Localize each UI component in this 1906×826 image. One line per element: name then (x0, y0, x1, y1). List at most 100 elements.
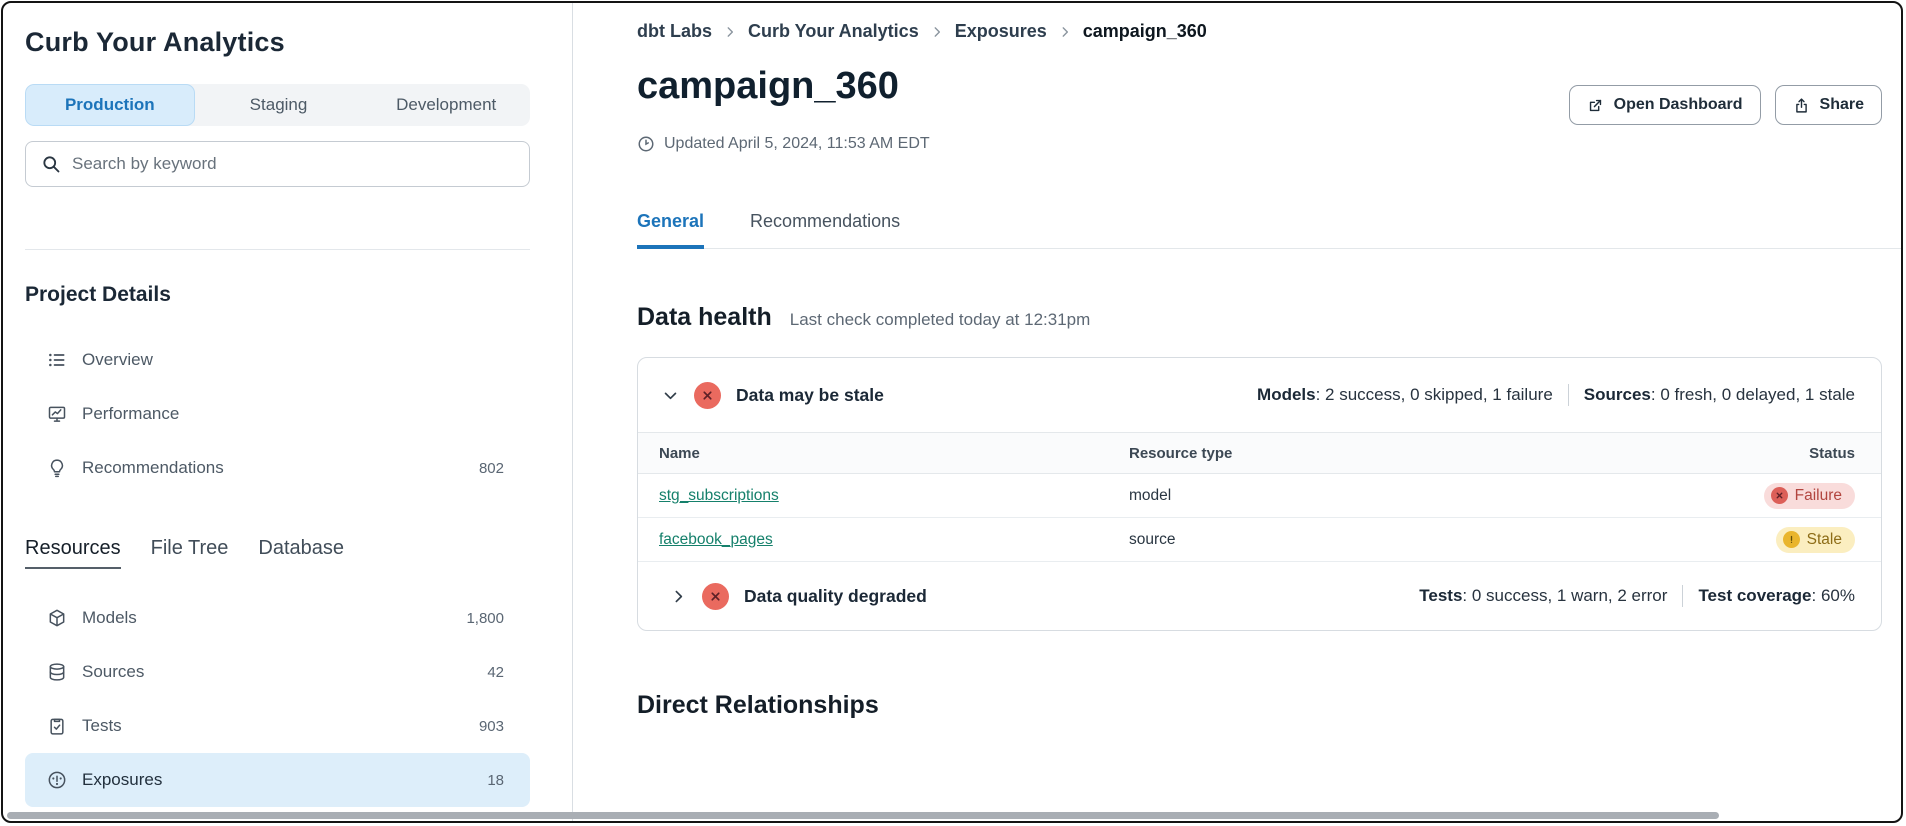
tests-stat-value: : 0 success, 1 warn, 2 error (1462, 586, 1667, 605)
tests-count: 903 (479, 718, 504, 735)
data-health-header: Data health Last check completed today a… (637, 303, 1882, 332)
direct-relationships-heading: Direct Relationships (637, 691, 1882, 720)
breadcrumb-exposures[interactable]: Exposures (955, 21, 1047, 42)
stat-divider (1568, 384, 1569, 406)
tab-database[interactable]: Database (258, 537, 344, 569)
tests-stat-label: Tests (1419, 586, 1462, 605)
resource-type-cell: source (1129, 531, 1625, 549)
status-badge-failure: Failure (1764, 483, 1855, 509)
clipboard-check-icon (47, 716, 67, 736)
tab-recommendations[interactable]: Recommendations (750, 211, 900, 249)
stale-section-title: Data may be stale (736, 385, 884, 406)
error-x-icon (694, 382, 721, 409)
last-check-text: Last check completed today at 12:31pm (790, 310, 1091, 330)
external-link-icon (1587, 97, 1604, 114)
breadcrumb-project[interactable]: Curb Your Analytics (748, 21, 919, 42)
sidebar-item-overview[interactable]: Overview (25, 333, 530, 387)
table-row: facebook_pages source Stale (638, 518, 1881, 562)
recommendations-count: 802 (479, 460, 504, 477)
resource-type-cell: model (1129, 487, 1625, 505)
sidebar-divider (25, 249, 530, 250)
list-icon (47, 350, 67, 370)
sidebar-item-recommendations[interactable]: Recommendations 802 (25, 441, 530, 495)
coverage-stat-label: Test coverage (1698, 586, 1811, 605)
coverage-stat-value: : 60% (1812, 586, 1855, 605)
breadcrumb: dbt Labs Curb Your Analytics Exposures c… (637, 21, 1882, 42)
coverage-stat: Test coverage: 60% (1698, 586, 1855, 606)
sources-stat: Sources: 0 fresh, 0 delayed, 1 stale (1584, 385, 1855, 405)
status-badge-stale: Stale (1776, 527, 1855, 553)
env-tab-development[interactable]: Development (362, 84, 530, 126)
data-health-heading: Data health (637, 303, 772, 332)
column-header-status: Status (1625, 445, 1855, 462)
breadcrumb-current: campaign_360 (1083, 21, 1207, 42)
share-button[interactable]: Share (1775, 85, 1882, 125)
project-details-heading: Project Details (25, 283, 572, 307)
quality-section-stats: Tests: 0 success, 1 warn, 2 error Test c… (1419, 585, 1855, 607)
column-header-name: Name (659, 445, 1129, 462)
sidebar-search[interactable] (25, 141, 530, 187)
stale-section-header: Data may be stale Models: 2 success, 0 s… (638, 358, 1881, 432)
resource-link-stg-subscriptions[interactable]: stg_subscriptions (659, 487, 779, 504)
environment-switcher: Production Staging Development (25, 84, 530, 126)
share-label: Share (1820, 96, 1864, 114)
project-name-title: Curb Your Analytics (25, 27, 572, 58)
chevron-right-icon (1058, 25, 1072, 39)
open-dashboard-label: Open Dashboard (1614, 96, 1743, 114)
exposures-count: 18 (487, 772, 504, 789)
sidebar-item-label: Models (82, 608, 137, 628)
table-header-row: Name Resource type Status (638, 433, 1881, 474)
resource-view-tabs: Resources File Tree Database (25, 537, 572, 569)
column-header-resource-type: Resource type (1129, 445, 1625, 462)
data-health-card: Data may be stale Models: 2 success, 0 s… (637, 357, 1882, 631)
tab-file-tree[interactable]: File Tree (151, 537, 229, 569)
project-details-nav: Overview Performance Recommendations 802 (25, 333, 530, 495)
chevron-down-icon[interactable] (662, 387, 679, 404)
updated-text: Updated April 5, 2024, 11:53 AM EDT (664, 135, 930, 153)
sidebar-item-label: Overview (82, 350, 153, 370)
sidebar-item-tests[interactable]: Tests 903 (25, 699, 530, 753)
env-tab-production[interactable]: Production (25, 84, 195, 126)
cube-icon (47, 608, 67, 628)
sources-stat-value: : 0 fresh, 0 delayed, 1 stale (1651, 385, 1855, 404)
chevron-right-icon (930, 25, 944, 39)
stat-divider (1682, 585, 1683, 607)
performance-icon (47, 404, 67, 424)
header-actions: Open Dashboard Share (1569, 85, 1882, 125)
sidebar-item-label: Performance (82, 404, 179, 424)
resources-nav: Models 1,800 Sources 42 Tests 903 (25, 591, 530, 807)
sources-count: 42 (487, 664, 504, 681)
sidebar-item-performance[interactable]: Performance (25, 387, 530, 441)
breadcrumb-dbt-labs[interactable]: dbt Labs (637, 21, 712, 42)
quality-section-header: Data quality degraded Tests: 0 success, … (638, 562, 1881, 630)
sidebar-item-exposures[interactable]: Exposures 18 (25, 753, 530, 807)
updated-timestamp: Updated April 5, 2024, 11:53 AM EDT (637, 135, 1882, 153)
database-icon (47, 662, 67, 682)
models-stat-label: Models (1257, 385, 1316, 404)
sidebar-item-models[interactable]: Models 1,800 (25, 591, 530, 645)
sidebar-item-label: Exposures (82, 770, 162, 790)
clock-icon (637, 135, 655, 153)
error-x-icon (1771, 487, 1788, 504)
models-count: 1,800 (466, 610, 504, 627)
tab-general[interactable]: General (637, 211, 704, 249)
open-dashboard-button[interactable]: Open Dashboard (1569, 85, 1761, 125)
horizontal-scrollbar[interactable] (7, 812, 1719, 819)
project-sidebar: Curb Your Analytics Production Staging D… (3, 3, 573, 821)
models-stat: Models: 2 success, 0 skipped, 1 failure (1257, 385, 1553, 405)
detail-tabs: General Recommendations (637, 211, 1903, 249)
sidebar-item-sources[interactable]: Sources 42 (25, 645, 530, 699)
tab-resources[interactable]: Resources (25, 537, 121, 569)
search-icon (41, 154, 61, 174)
chevron-right-icon[interactable] (670, 588, 687, 605)
quality-section-title: Data quality degraded (744, 586, 927, 607)
stale-section-stats: Models: 2 success, 0 skipped, 1 failure … (1257, 384, 1855, 406)
models-stat-value: : 2 success, 0 skipped, 1 failure (1316, 385, 1553, 404)
resource-link-facebook-pages[interactable]: facebook_pages (659, 531, 773, 548)
app-window: Curb Your Analytics Production Staging D… (1, 1, 1903, 823)
stale-resources-table: Name Resource type Status stg_subscripti… (638, 432, 1881, 562)
warning-exclamation-icon (1783, 531, 1800, 548)
search-input[interactable] (72, 154, 514, 174)
sidebar-item-label: Recommendations (82, 458, 224, 478)
env-tab-staging[interactable]: Staging (195, 84, 363, 126)
